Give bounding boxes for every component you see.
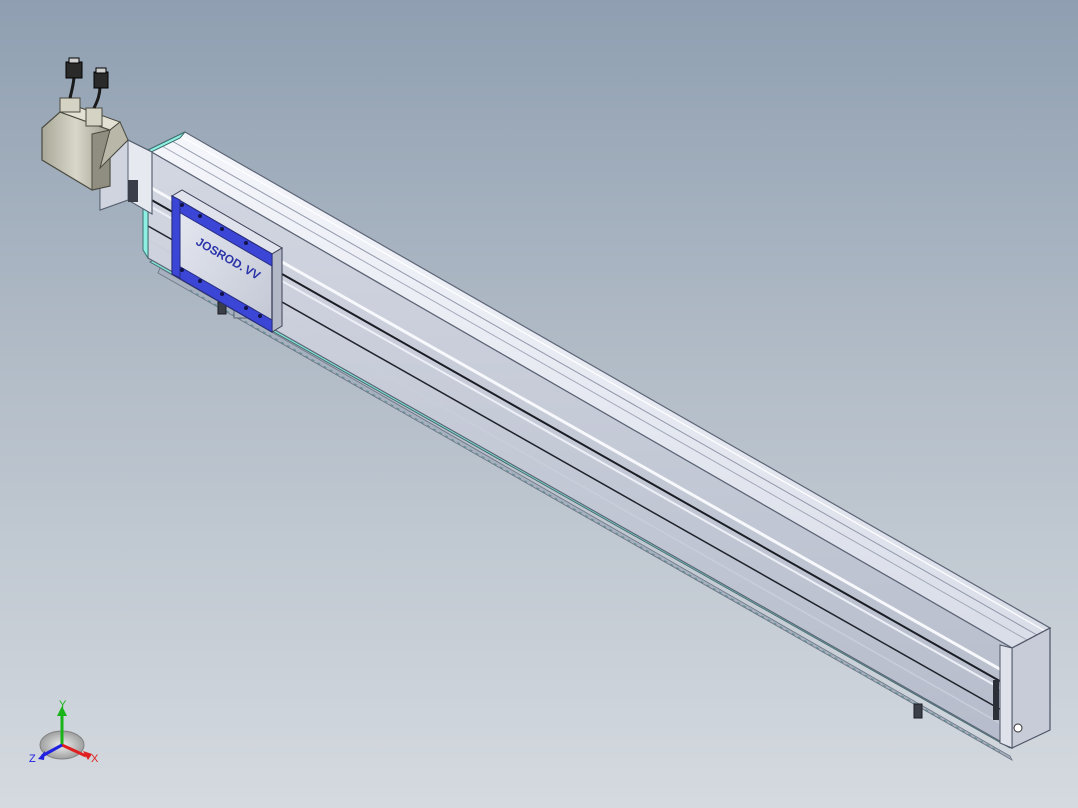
cad-viewport[interactable]: JOSROD. VV Y X Z (0, 0, 1078, 808)
y-axis-label: Y (59, 699, 67, 711)
view-triad[interactable]: Y X Z (29, 699, 99, 765)
z-axis-label: Z (29, 753, 36, 765)
x-axis-label: X (91, 753, 99, 765)
linear-rail-body[interactable] (142, 131, 1052, 750)
model-scene[interactable]: JOSROD. VV Y X Z (0, 0, 1078, 808)
